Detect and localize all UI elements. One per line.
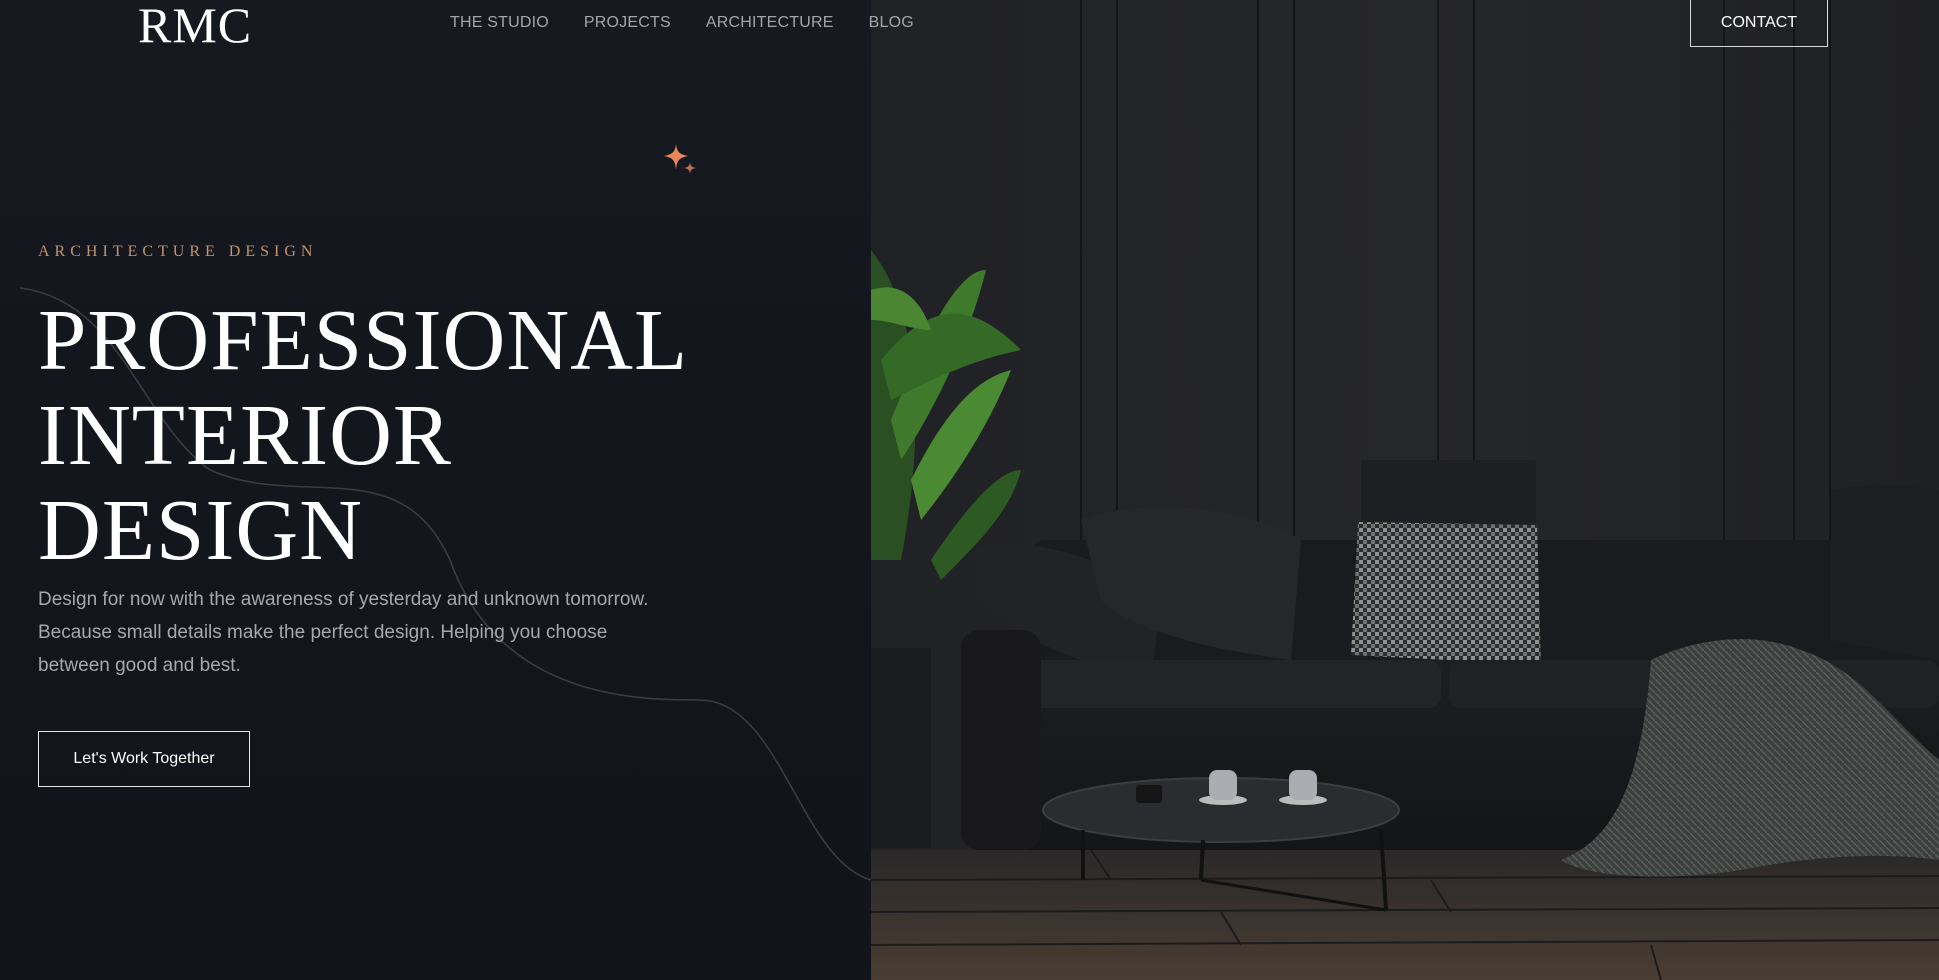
contact-button[interactable]: CONTACT: [1690, 0, 1828, 47]
hero-title-line-3: DESIGN: [38, 481, 363, 578]
brand-logo[interactable]: RMC: [138, 0, 252, 50]
sparkle-icon: [664, 144, 696, 174]
hero-image: [871, 0, 1939, 980]
nav-item-the-studio[interactable]: THE STUDIO: [450, 14, 549, 32]
hero-description-line-2: Because small details make the perfect d…: [38, 622, 608, 643]
nav-item-projects[interactable]: PROJECTS: [584, 14, 671, 32]
hero-title: PROFESSIONAL INTERIOR DESIGN: [38, 292, 688, 577]
hero-title-line-2: INTERIOR: [38, 386, 452, 483]
hero-description: Design for now with the awareness of yes…: [38, 583, 738, 682]
nav-item-blog[interactable]: BLOG: [869, 14, 914, 32]
hero-description-line-3: between good and best.: [38, 655, 241, 676]
hero-description-line-1: Design for now with the awareness of yes…: [38, 589, 649, 610]
work-together-button[interactable]: Let's Work Together: [38, 731, 250, 787]
nav-item-architecture[interactable]: ARCHITECTURE: [706, 14, 834, 32]
main-nav: THE STUDIO PROJECTS ARCHITECTURE BLOG: [450, 14, 914, 32]
hero-eyebrow: ARCHITECTURE DESIGN: [38, 243, 318, 260]
interior-photo-illustration: [871, 0, 1939, 980]
hero-title-line-1: PROFESSIONAL: [38, 291, 689, 388]
